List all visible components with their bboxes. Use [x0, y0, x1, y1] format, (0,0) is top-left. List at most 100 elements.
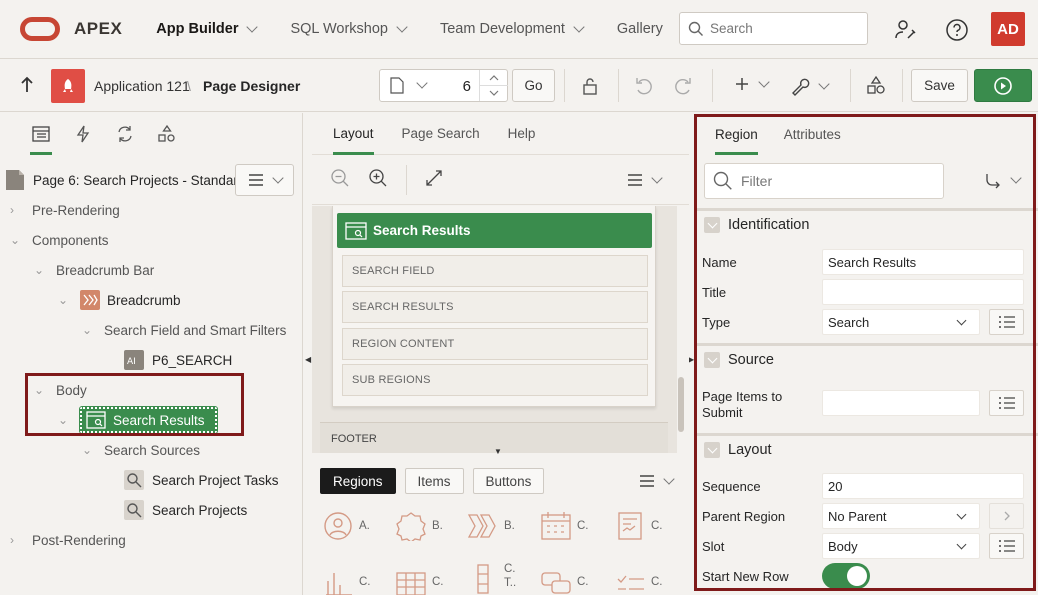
tab-regions[interactable]: Regions: [320, 468, 396, 494]
filter-input[interactable]: [741, 173, 931, 189]
user-avatar[interactable]: AD: [991, 12, 1025, 46]
type-list-button[interactable]: [989, 309, 1024, 335]
gallery-item[interactable]: C.: [322, 567, 371, 595]
slot-search-results[interactable]: SEARCH RESULTS: [342, 291, 648, 323]
left-panel-tabs: [0, 113, 302, 155]
nav-gallery[interactable]: Gallery: [617, 21, 663, 37]
help-icon[interactable]: [944, 17, 970, 43]
tab-page-search[interactable]: Page Search: [402, 113, 480, 155]
shapes-icon: [158, 125, 175, 142]
region-header[interactable]: Search Results: [337, 213, 652, 248]
tree-page-node[interactable]: Page 6: Search Projects - Standard: [5, 165, 245, 195]
lock-icon[interactable]: [580, 76, 600, 99]
tab-processing[interactable]: [102, 113, 148, 155]
layout-menu-button[interactable]: [627, 171, 663, 186]
layout-canvas[interactable]: Search Results SEARCH FIELD SEARCH RESUL…: [312, 206, 677, 453]
tab-shared-components[interactable]: [144, 113, 190, 155]
tab-items[interactable]: Items: [404, 468, 464, 494]
gallery-item[interactable]: B.: [467, 511, 515, 541]
slot-search-field[interactable]: SEARCH FIELD: [342, 255, 648, 287]
user-admin-icon[interactable]: [893, 17, 919, 43]
tree-item-p6-search[interactable]: AI P6_SEARCH: [124, 345, 232, 375]
slot-sub-regions[interactable]: SUB REGIONS: [342, 364, 648, 396]
page-items-field[interactable]: [822, 390, 980, 416]
slot-list-button[interactable]: [989, 533, 1024, 559]
go-to-group-button[interactable]: [984, 171, 1022, 189]
parent-region-select[interactable]: No Parent: [822, 503, 980, 529]
group-layout[interactable]: Layout: [697, 433, 1038, 463]
group-source[interactable]: Source: [697, 343, 1038, 373]
application-icon[interactable]: [51, 69, 85, 103]
zoom-in-icon[interactable]: [368, 168, 388, 191]
property-tabs: Region Attributes: [697, 113, 1038, 155]
gallery-item[interactable]: C.: [395, 567, 444, 595]
utilities-menu[interactable]: [790, 76, 830, 96]
breadcrumb-region-icon: [80, 290, 100, 310]
tree-item-pre-rendering[interactable]: › Pre-Rendering: [10, 195, 120, 225]
page-spinner[interactable]: [479, 70, 508, 101]
property-filter[interactable]: [704, 163, 944, 199]
tree-item-search-field-slot[interactable]: ⌄ Search Field and Smart Filters: [82, 315, 286, 345]
go-button[interactable]: Go: [512, 69, 555, 102]
tab-buttons[interactable]: Buttons: [472, 468, 545, 494]
name-field[interactable]: Search Results: [822, 249, 1024, 275]
group-identification[interactable]: Identification: [697, 208, 1038, 238]
tree-item-search-sources[interactable]: ⌄ Search Sources: [82, 435, 200, 465]
gallery-item[interactable]: C.: [540, 511, 589, 541]
tree-item-post-rendering[interactable]: › Post-Rendering: [10, 525, 126, 555]
gallery-item[interactable]: C.: [616, 511, 663, 541]
tree-item-breadcrumb[interactable]: ⌄ Breadcrumb: [58, 285, 181, 315]
tab-dynamic-actions[interactable]: [60, 113, 106, 155]
global-search[interactable]: [679, 12, 868, 45]
zoom-out-icon[interactable]: [330, 168, 350, 191]
nav-sql-workshop[interactable]: SQL Workshop: [290, 21, 408, 37]
run-page-button[interactable]: [974, 69, 1032, 102]
page-items-list-button[interactable]: [989, 390, 1024, 416]
tab-region[interactable]: Region: [715, 113, 758, 155]
chevron-down-icon: ⌄: [82, 323, 93, 337]
expand-icon[interactable]: [425, 169, 443, 190]
gallery-item[interactable]: B.: [395, 511, 443, 541]
middle-tabs: Layout Page Search Help: [312, 113, 689, 155]
gallery-item[interactable]: C.: [616, 567, 663, 595]
save-button[interactable]: Save: [911, 69, 968, 102]
canvas-scrollbar[interactable]: [678, 377, 684, 432]
tab-rendering[interactable]: [18, 113, 64, 155]
page-number-value[interactable]: 6: [463, 78, 471, 95]
shared-components-icon[interactable]: [866, 75, 886, 98]
create-menu[interactable]: [734, 76, 770, 92]
breadcrumb-application[interactable]: Application 121: [94, 78, 190, 94]
nav-app-builder[interactable]: App Builder: [156, 21, 259, 37]
tree-item-breadcrumb-bar[interactable]: ⌄ Breadcrumb Bar: [34, 255, 154, 285]
page-number-field[interactable]: 6: [379, 69, 508, 102]
tab-attributes[interactable]: Attributes: [784, 113, 841, 155]
type-select[interactable]: Search: [822, 309, 980, 335]
apex-logo[interactable]: APEX: [20, 17, 122, 41]
parent-region-go-button[interactable]: [989, 503, 1024, 529]
slot-select[interactable]: Body: [822, 533, 980, 559]
gallery-menu-button[interactable]: [639, 473, 675, 487]
nav-team-development[interactable]: Team Development: [440, 21, 585, 37]
region-card[interactable]: Search Results SEARCH FIELD SEARCH RESUL…: [332, 206, 656, 407]
tab-layout[interactable]: Layout: [333, 113, 374, 155]
tab-help[interactable]: Help: [508, 113, 536, 155]
search-input[interactable]: [710, 21, 860, 36]
comments-icon: [541, 572, 571, 594]
tree-menu-button[interactable]: [235, 164, 294, 196]
slot-region-content[interactable]: REGION CONTENT: [342, 328, 648, 360]
gallery-item[interactable]: C.: [540, 567, 589, 595]
arrow-up-icon[interactable]: [20, 76, 34, 97]
tree-item-components[interactable]: ⌄ Components: [10, 225, 109, 255]
resize-down-icon[interactable]: ▼: [494, 447, 502, 456]
gallery-item[interactable]: A.: [322, 511, 370, 541]
redo-icon[interactable]: [673, 76, 693, 99]
gallery-item[interactable]: C. T..: [467, 557, 518, 595]
left-splitter[interactable]: ◀: [303, 113, 312, 595]
toolbar-divider: [902, 69, 903, 102]
undo-icon[interactable]: [634, 76, 654, 99]
tree-item-search-project-tasks[interactable]: Search Project Tasks: [124, 465, 279, 495]
title-field[interactable]: [822, 279, 1024, 305]
start-new-row-toggle[interactable]: [822, 563, 870, 589]
sequence-field[interactable]: 20: [822, 473, 1024, 499]
tree-item-search-projects[interactable]: Search Projects: [124, 495, 247, 525]
